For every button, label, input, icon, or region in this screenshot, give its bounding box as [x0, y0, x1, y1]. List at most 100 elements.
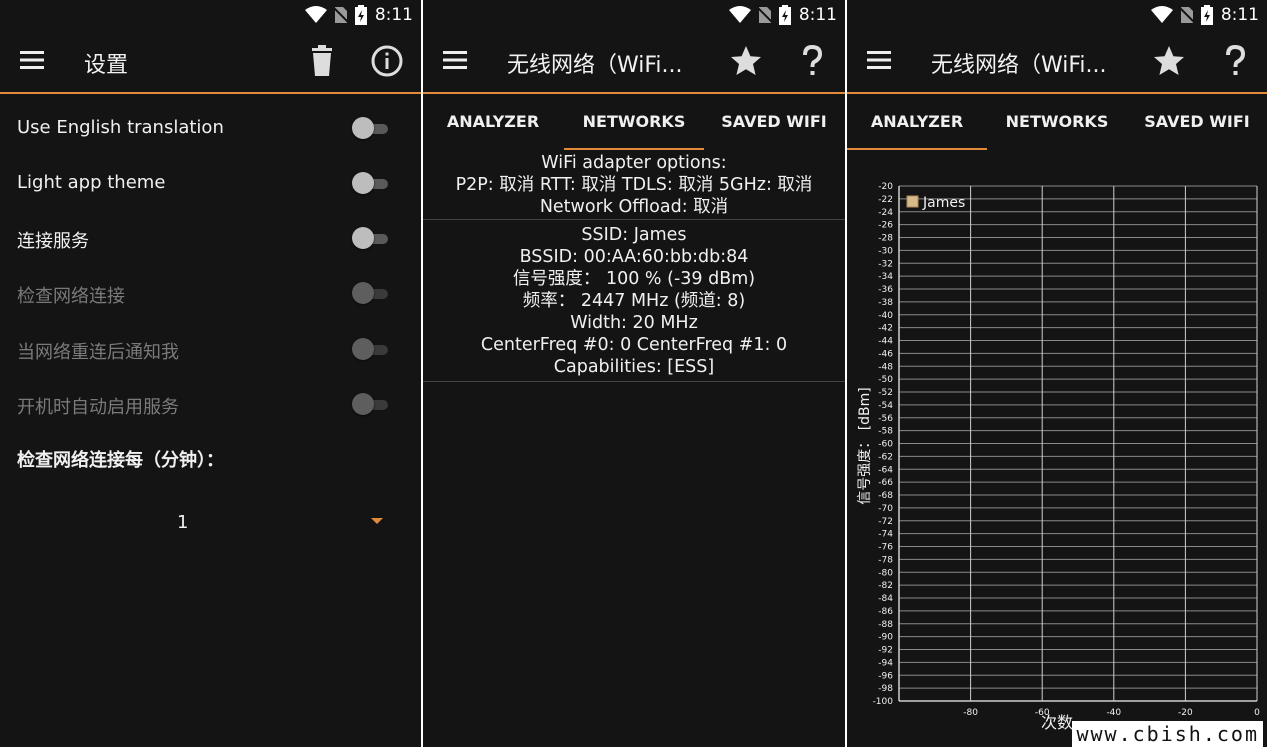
y-tick-label: -74 — [878, 530, 893, 540]
menu-icon[interactable] — [443, 50, 467, 70]
y-tick-label: -22 — [878, 195, 893, 205]
y-tick-label: -32 — [878, 259, 893, 269]
y-tick-label: -42 — [878, 324, 893, 334]
y-tick-label: -48 — [878, 362, 893, 372]
interval-label: 检查网络连接每（分钟）： — [17, 450, 224, 471]
y-tick-label: -28 — [878, 234, 893, 244]
y-tick-label: -76 — [878, 543, 893, 553]
menu-icon[interactable] — [867, 50, 891, 70]
chevron-down-icon — [371, 518, 383, 524]
setting-light-theme[interactable]: Light app theme — [0, 156, 421, 211]
setting-label: 检查网络连接 — [17, 286, 125, 307]
y-tick-label: -54 — [878, 401, 893, 411]
y-tick-label: -96 — [878, 671, 893, 681]
y-tick-label: -56 — [878, 414, 893, 424]
chart-grid — [898, 185, 1258, 702]
status-bar: 8:11 — [423, 0, 845, 30]
light-theme-toggle[interactable] — [352, 172, 388, 194]
x-tick-label: 0 — [1254, 708, 1260, 718]
networks-toolbar: 无线网络（WiFi... — [423, 30, 845, 94]
trash-icon[interactable] — [305, 44, 339, 78]
notify-reconnect-toggle — [352, 338, 388, 360]
y-tick-label: -92 — [878, 646, 893, 656]
star-icon[interactable] — [1152, 44, 1186, 78]
signal-chart: -20 -22 -24 -26 -28 -30 -32 -34 -36 -38 -40 -42 -44 -… — [857, 182, 1260, 732]
network-frequency: 频率： 2447 MHz (频道: 8) — [522, 291, 746, 311]
network-item[interactable]: SSID: James BSSID: 00:AA:60:bb:db:84 信号强… — [423, 224, 845, 382]
adapter-line: P2P: 取消 RTT: 取消 TDLS: 取消 5GHz: 取消 — [455, 175, 813, 195]
interval-dropdown[interactable]: 1 — [17, 500, 387, 544]
tab-saved-wifi[interactable]: SAVED WIFI — [1127, 94, 1267, 150]
english-translation-toggle[interactable] — [352, 117, 388, 139]
y-tick-label: -34 — [878, 272, 893, 282]
no-sim-icon — [1178, 6, 1195, 24]
y-tick-label: -44 — [878, 337, 893, 347]
page-title: 无线网络（WiFi... — [931, 53, 1107, 78]
y-tick-label: -38 — [878, 298, 893, 308]
help-icon[interactable] — [1218, 44, 1252, 78]
y-tick-label: -90 — [878, 633, 893, 643]
tab-networks[interactable]: NETWORKS — [564, 94, 704, 150]
setting-label: Use English translation — [17, 117, 224, 138]
y-tick-label: -20 — [878, 182, 893, 192]
y-tick-label: -72 — [878, 517, 893, 527]
tab-networks[interactable]: NETWORKS — [987, 94, 1127, 150]
status-bar: 8:11 — [847, 0, 1267, 30]
network-bssid: BSSID: 00:AA:60:bb:db:84 — [519, 247, 749, 267]
y-axis-label: 信号强度： [dBm] — [857, 387, 873, 505]
page-title: 设置 — [84, 53, 129, 78]
tab-analyzer[interactable]: ANALYZER — [847, 94, 987, 150]
network-signal: 信号强度： 100 % (-39 dBm) — [512, 269, 756, 289]
wifi-icon — [1150, 6, 1173, 23]
star-icon[interactable] — [729, 44, 763, 78]
info-icon[interactable] — [370, 44, 404, 78]
y-tick-label: -84 — [878, 594, 893, 604]
adapter-line: Network Offload: 取消 — [539, 197, 729, 217]
y-tick-label: -50 — [878, 375, 893, 385]
settings-toolbar: 设置 — [0, 30, 421, 94]
status-time: 8:11 — [1220, 5, 1259, 25]
y-tick-label: -52 — [878, 388, 893, 398]
connect-service-toggle[interactable] — [352, 227, 388, 249]
y-tick-label: -88 — [878, 620, 893, 630]
battery-charging-icon — [778, 5, 791, 25]
setting-label: 连接服务 — [17, 231, 89, 252]
settings-panel: 8:11 设置 Use English translation Light ap… — [0, 0, 421, 747]
y-tick-label: -100 — [873, 697, 894, 707]
x-tick-label: -20 — [1178, 708, 1193, 718]
x-tick-label: -80 — [963, 708, 978, 718]
menu-icon[interactable] — [20, 50, 44, 70]
y-tick-label: -66 — [878, 478, 893, 488]
tab-saved-wifi[interactable]: SAVED WIFI — [704, 94, 844, 150]
help-icon[interactable] — [795, 44, 829, 78]
y-tick-label: -78 — [878, 555, 893, 565]
y-tick-label: -82 — [878, 581, 893, 591]
tab-bar: ANALYZER NETWORKS SAVED WIFI — [847, 94, 1267, 150]
tab-analyzer[interactable]: ANALYZER — [423, 94, 563, 150]
y-tick-label: -64 — [878, 465, 893, 475]
page-title: 无线网络（WiFi... — [507, 53, 683, 78]
x-tick-label: -40 — [1106, 708, 1121, 718]
tab-bar: ANALYZER NETWORKS SAVED WIFI — [423, 94, 845, 150]
y-tick-label: -24 — [878, 208, 893, 218]
setting-english-translation[interactable]: Use English translation — [0, 101, 421, 156]
y-tick-label: -40 — [878, 311, 893, 321]
networks-panel: 8:11 无线网络（WiFi... ANALYZER NETWORKS SAVE… — [423, 0, 845, 747]
status-time: 8:11 — [374, 5, 413, 25]
setting-connect-service[interactable]: 连接服务 — [0, 211, 421, 266]
setting-notify-reconnect: 当网络重连后通知我 — [0, 322, 421, 377]
legend-swatch — [906, 195, 919, 208]
analyzer-panel: 8:11 无线网络（WiFi... ANALYZER NETWORKS SAVE… — [847, 0, 1267, 747]
legend-label: James — [922, 195, 965, 211]
adapter-line: WiFi adapter options: — [541, 153, 727, 173]
status-bar: 8:11 — [0, 0, 421, 30]
y-tick-label: -68 — [878, 491, 893, 501]
y-tick-label: -94 — [878, 658, 893, 668]
wifi-icon — [304, 6, 327, 23]
wifi-icon — [728, 6, 751, 23]
check-connection-toggle — [352, 282, 388, 304]
setting-label: 当网络重连后通知我 — [17, 342, 179, 363]
battery-charging-icon — [1200, 5, 1213, 25]
y-tick-label: -46 — [878, 349, 893, 359]
watermark: www.cbish.com — [1072, 721, 1263, 747]
